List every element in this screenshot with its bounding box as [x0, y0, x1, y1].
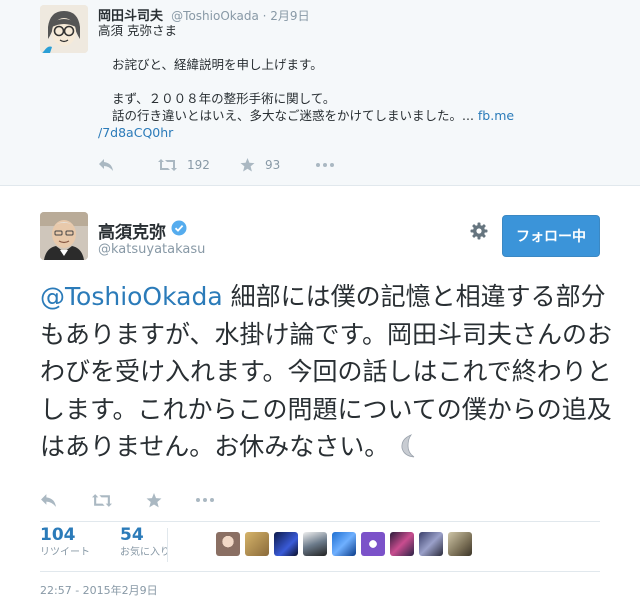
avatar[interactable] — [303, 532, 327, 556]
author-handle[interactable]: @katsuyatakasu — [98, 242, 205, 257]
author-name[interactable]: 高須克弥 — [98, 218, 187, 243]
favorite-icon — [146, 492, 162, 507]
favorite-button[interactable] — [146, 492, 196, 508]
reply-line: 高須 克弥さま — [98, 23, 177, 38]
reply-line: まず、２００８年の整形手術に関して。 — [112, 91, 336, 106]
tweet-actions — [40, 490, 214, 510]
reply-icon — [41, 493, 56, 507]
reply-button[interactable] — [98, 158, 158, 172]
favorite-icon — [240, 158, 255, 172]
retweets-stat[interactable]: 104 リツイート — [40, 524, 90, 560]
reply-link-cont[interactable]: /7d8aCQ0hr — [98, 124, 578, 141]
avatar[interactable] — [390, 532, 414, 556]
avatar[interactable] — [216, 532, 240, 556]
more-button[interactable] — [316, 163, 334, 167]
favorites-label: お気に入り — [120, 547, 170, 558]
reply-tweet: 岡田斗司夫 @ToshioOkada · 2月9日 高須 克弥さま お詫びと、経… — [0, 0, 640, 186]
favorites-stat[interactable]: 54 お気に入り — [120, 524, 170, 560]
following-button[interactable]: フォロー中 — [502, 215, 600, 257]
avatar[interactable] — [245, 532, 269, 556]
avatar[interactable] — [361, 532, 385, 556]
reply-body: 高須 克弥さま お詫びと、経緯説明を申し上げます。 まず、２００８年の整形手術に… — [98, 22, 578, 141]
stats-divider — [167, 528, 168, 562]
retweet-button[interactable] — [92, 493, 146, 507]
mention-link[interactable]: @ToshioOkada — [40, 282, 223, 311]
more-icon — [316, 163, 334, 167]
favorites-count: 54 — [120, 525, 144, 545]
more-button[interactable] — [196, 498, 214, 502]
reply-button[interactable] — [40, 493, 92, 508]
avatar-takasu[interactable] — [40, 212, 88, 260]
tweet-text: @ToshioOkada 細部には僕の記憶と相違する部分もありますが、水掛け論で… — [40, 278, 620, 466]
divider — [40, 571, 600, 572]
avatar[interactable] — [419, 532, 443, 556]
retweets-count: 104 — [40, 525, 76, 545]
retweet-icon — [158, 159, 177, 171]
reply-author-handle[interactable]: @ToshioOkada — [171, 9, 259, 23]
avatar[interactable] — [332, 532, 356, 556]
verified-badge-icon — [171, 220, 187, 241]
reply-icon — [99, 159, 113, 171]
reply-line: お詫びと、経緯説明を申し上げます。 — [112, 57, 323, 72]
retweeter-avatars — [216, 532, 477, 556]
reply-favorite-count: 93 — [265, 158, 281, 172]
avatar[interactable] — [448, 532, 472, 556]
divider — [40, 521, 600, 522]
reply-date[interactable]: 2月9日 — [270, 9, 309, 23]
gear-icon[interactable] — [470, 222, 488, 244]
retweet-button[interactable]: 192 — [158, 158, 240, 172]
moon-emoji — [397, 432, 421, 461]
tweet-timestamp[interactable]: 22:57 - 2015年2月9日 — [40, 582, 158, 598]
reply-link[interactable]: fb.me — [478, 108, 514, 123]
avatar[interactable] — [274, 532, 298, 556]
favorite-button[interactable]: 93 — [240, 158, 316, 172]
retweets-label: リツイート — [40, 547, 90, 558]
reply-line: 話の行き違いとはいえ、多大なご迷惑をかけてしまいました。... fb.me — [112, 108, 515, 123]
more-icon — [196, 498, 214, 502]
avatar-okada[interactable] — [40, 5, 88, 53]
reply-retweet-count: 192 — [187, 158, 210, 172]
retweet-icon — [92, 493, 112, 507]
reply-actions: 192 93 — [98, 155, 334, 175]
